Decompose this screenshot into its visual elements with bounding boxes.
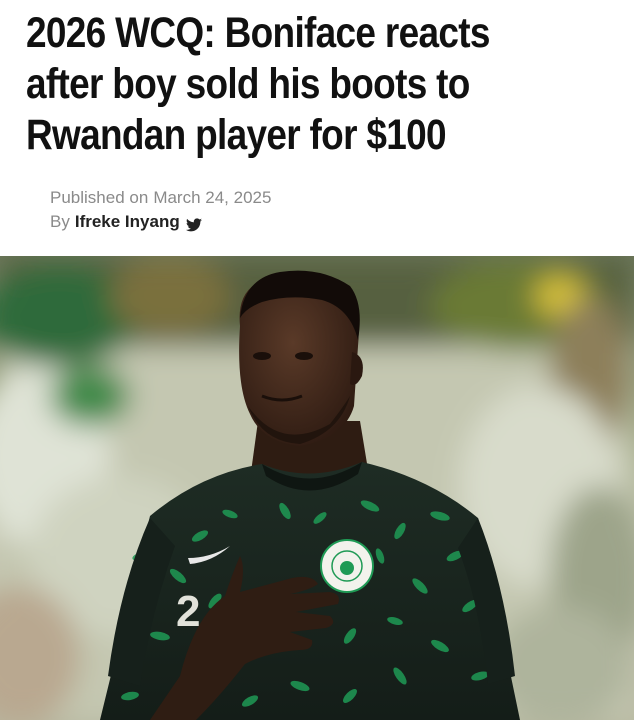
- player-head: [239, 270, 363, 446]
- twitter-icon[interactable]: [185, 215, 202, 232]
- headline-line-3: Rwandan player for $100: [26, 111, 447, 159]
- jersey-number: 2: [176, 587, 200, 636]
- published-label: Published on: [50, 188, 149, 207]
- published-date: March 24, 2025: [153, 188, 272, 207]
- article-photo: 2: [0, 256, 634, 720]
- federation-crest: [320, 539, 374, 593]
- article-headline: 2026 WCQ: Boniface reacts after boy sold…: [26, 8, 628, 161]
- headline-line-2: after boy sold his boots to: [26, 60, 470, 108]
- article-meta: Published on March 24, 2025 By Ifreke In…: [50, 186, 271, 234]
- headline-line-1: 2026 WCQ: Boniface reacts: [26, 9, 490, 57]
- player-photo-illustration: 2: [0, 256, 634, 720]
- byline-row: By Ifreke Inyang: [50, 210, 271, 234]
- by-label: By: [50, 212, 70, 231]
- published-row: Published on March 24, 2025: [50, 186, 271, 210]
- author-link[interactable]: Ifreke Inyang: [75, 210, 180, 234]
